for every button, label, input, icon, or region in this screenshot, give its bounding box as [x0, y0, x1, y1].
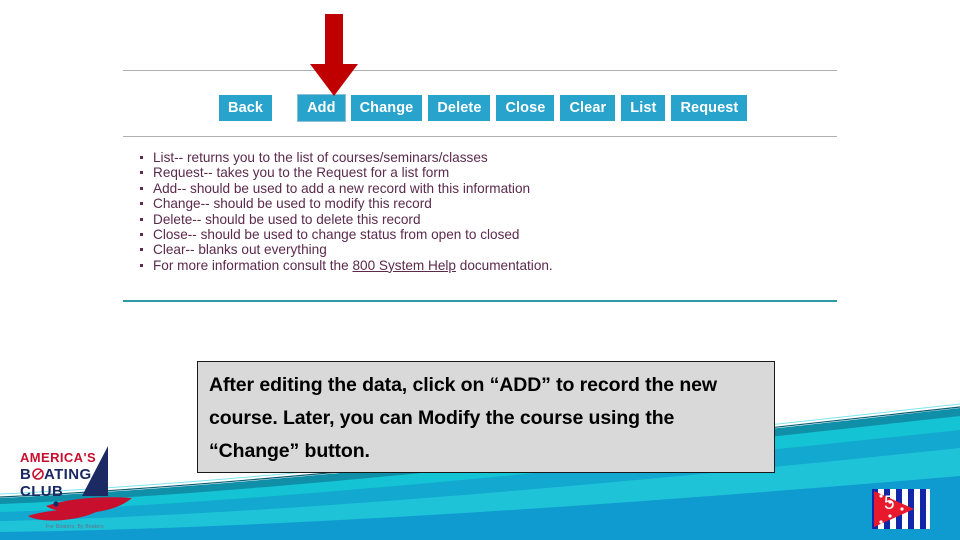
- list-button[interactable]: List: [621, 95, 666, 121]
- svg-text:B: B: [20, 466, 31, 483]
- americas-boating-club-logo: AMERICA'S B ATING CLUB For Boaters, By B…: [20, 446, 132, 530]
- system-help-link[interactable]: 800 System Help: [352, 258, 456, 273]
- svg-text:AMERICA'S: AMERICA'S: [20, 450, 96, 465]
- list-item-text: Close-- should be used to change status …: [153, 227, 520, 243]
- help-reference-suffix: documentation.: [455, 257, 553, 273]
- list-item: Clear-- blanks out everything: [136, 242, 796, 257]
- instruction-callout-text: After editing the data, click on “ADD” t…: [209, 374, 717, 462]
- slide-number: 5: [884, 493, 895, 514]
- list-item-help-reference: For more information consult the 800 Sys…: [136, 258, 796, 273]
- list-item-text: Clear-- blanks out everything: [153, 242, 327, 258]
- delete-button[interactable]: Delete: [428, 95, 491, 121]
- list-item: Delete-- should be used to delete this r…: [136, 212, 796, 227]
- red-down-arrow-icon: [310, 14, 358, 96]
- help-reference-prefix: For more information consult the: [153, 257, 353, 273]
- button-help-list: List-- returns you to the list of course…: [136, 150, 796, 273]
- add-button[interactable]: Add: [297, 94, 346, 122]
- slide-canvas: Back Add Change Delete Close Clear List …: [0, 0, 960, 540]
- svg-text:ATING: ATING: [44, 466, 92, 483]
- svg-text:CLUB: CLUB: [20, 483, 63, 500]
- close-button[interactable]: Close: [496, 95, 555, 121]
- svg-text:For Boaters, By Boaters: For Boaters, By Boaters: [46, 524, 104, 530]
- list-item: List-- returns you to the list of course…: [136, 150, 796, 165]
- divider-teal: [123, 300, 837, 302]
- list-item-text: Delete-- should be used to delete this r…: [153, 211, 421, 227]
- list-item-text: Change-- should be used to modify this r…: [153, 196, 432, 212]
- list-item: Change-- should be used to modify this r…: [136, 196, 796, 211]
- divider-bottom: [123, 136, 837, 137]
- list-item-text: Add-- should be used to add a new record…: [153, 180, 531, 196]
- list-item: Close-- should be used to change status …: [136, 227, 796, 242]
- ensign-flag-icon: [872, 489, 930, 529]
- instruction-callout-box: After editing the data, click on “ADD” t…: [197, 361, 775, 473]
- divider-top: [123, 70, 837, 71]
- list-item-text: Request-- takes you to the Request for a…: [153, 165, 450, 181]
- list-item: Request-- takes you to the Request for a…: [136, 165, 796, 180]
- form-action-toolbar: Back Add Change Delete Close Clear List …: [219, 94, 753, 122]
- back-button[interactable]: Back: [219, 95, 273, 121]
- request-button[interactable]: Request: [671, 95, 748, 121]
- list-item-text: List-- returns you to the list of course…: [153, 150, 488, 165]
- list-item: Add-- should be used to add a new record…: [136, 181, 796, 196]
- clear-button[interactable]: Clear: [560, 95, 616, 121]
- change-button[interactable]: Change: [350, 95, 423, 121]
